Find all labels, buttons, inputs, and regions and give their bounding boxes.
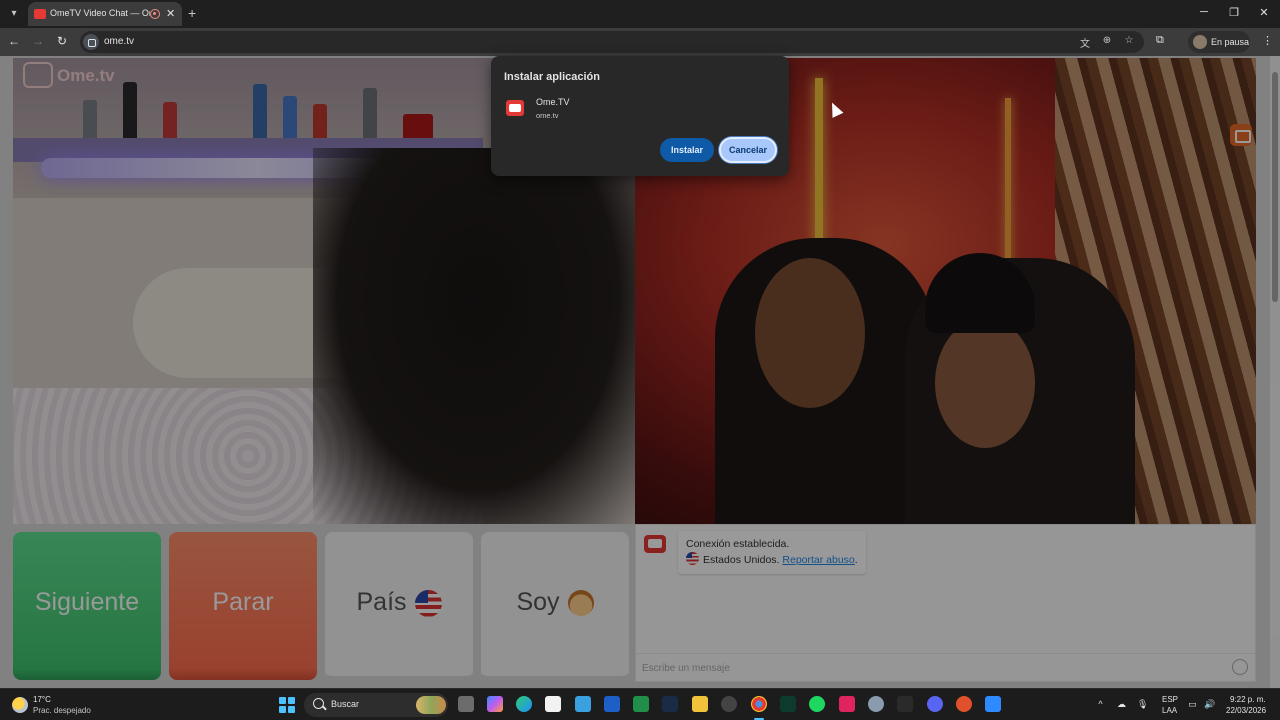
recording-indicator-icon <box>150 9 160 19</box>
tab-search-chevron-icon[interactable]: ▾ <box>6 6 22 22</box>
excel-icon[interactable] <box>633 696 649 712</box>
search-highlight-art-icon <box>416 696 446 714</box>
minimize-icon[interactable]: ─ <box>1194 6 1214 18</box>
maximize-icon[interactable]: ❐ <box>1224 6 1244 19</box>
discord-icon[interactable] <box>927 696 943 712</box>
profile-status-label: En pausa <box>1211 37 1250 47</box>
dialog-title: Instalar aplicación <box>504 71 600 83</box>
volume-icon[interactable]: 🔊 <box>1204 699 1215 710</box>
cancel-button[interactable]: Cancelar <box>719 137 777 163</box>
keyboard-layout[interactable]: LAA <box>1162 706 1177 715</box>
photos-icon[interactable] <box>575 696 591 712</box>
steam-icon[interactable] <box>662 696 678 712</box>
tiktok-icon[interactable] <box>839 696 855 712</box>
settings-gear-icon[interactable] <box>868 696 884 712</box>
avatar <box>1193 35 1207 49</box>
extensions-puzzle-icon[interactable]: ⧉ <box>1156 34 1164 47</box>
task-view-icon[interactable] <box>458 696 474 712</box>
tab-close-icon[interactable]: ✕ <box>166 7 175 20</box>
url-text: ome.tv <box>104 36 135 47</box>
windows-start-icon[interactable] <box>279 697 295 713</box>
weather-partly-sunny-icon[interactable] <box>12 697 28 713</box>
obs-icon[interactable] <box>721 696 737 712</box>
chrome-icon[interactable] <box>751 696 767 712</box>
ometv-favicon-icon <box>34 9 46 19</box>
install-button[interactable]: Instalar <box>660 138 714 162</box>
browser-toolbar: ← → ↻ ome.tv 文 ⊕ ☆ ⧉ En pausa ⋮ <box>0 28 1280 56</box>
app-orange-icon[interactable] <box>956 696 972 712</box>
onedrive-icon[interactable]: ☁ <box>1116 699 1127 710</box>
taskbar: 17°C Prac. despejado Buscar ^ ☁ 🎙 ESP LA… <box>0 688 1280 720</box>
spotify-icon[interactable] <box>809 696 825 712</box>
clock-date[interactable]: 22/03/2026 <box>1226 706 1266 715</box>
epic-games-icon[interactable] <box>897 696 913 712</box>
ometv-app-icon <box>506 100 524 116</box>
language-indicator[interactable]: ESP <box>1162 695 1178 704</box>
search-label: Buscar <box>331 699 360 709</box>
browser-menu-kebab-icon[interactable]: ⋮ <box>1262 34 1273 47</box>
outlook-icon[interactable] <box>604 696 620 712</box>
search-icon <box>313 698 324 709</box>
security-shield-icon[interactable] <box>985 696 1001 712</box>
app-origin: ome.tv <box>536 111 559 120</box>
clock-time[interactable]: 9:22 p. m. <box>1230 695 1266 704</box>
copilot-icon[interactable] <box>487 696 503 712</box>
profile-button[interactable]: En pausa <box>1188 31 1250 53</box>
bookmark-star-icon[interactable]: ☆ <box>1122 35 1136 46</box>
site-info-icon[interactable] <box>83 34 99 50</box>
address-bar[interactable]: ome.tv 文 ⊕ ☆ <box>80 31 1144 53</box>
microphone-icon[interactable]: 🎙 <box>1137 699 1148 710</box>
translate-icon[interactable]: 文 <box>1078 35 1092 50</box>
tab-ometv[interactable]: OmeTV Video Chat — Ome ✕ <box>28 2 182 26</box>
taskbar-search[interactable]: Buscar <box>304 693 448 717</box>
install-app-icon[interactable]: ⊕ <box>1100 35 1114 46</box>
new-tab-button[interactable]: + <box>188 5 196 21</box>
back-arrow-icon[interactable]: ← <box>6 34 22 48</box>
forward-arrow-icon[interactable]: → <box>30 34 46 48</box>
network-icon[interactable]: ▭ <box>1187 699 1198 710</box>
edge-icon[interactable] <box>516 696 532 712</box>
install-app-dialog: Instalar aplicación Ome.TV ome.tv Instal… <box>491 56 789 176</box>
weather-temperature[interactable]: 17°C <box>33 695 51 704</box>
app-name: Ome.TV <box>536 97 570 107</box>
app-green-icon[interactable] <box>780 696 796 712</box>
tab-strip: ▾ OmeTV Video Chat — Ome ✕ + ─ ❐ ✕ <box>0 0 1280 28</box>
tray-chevron-icon[interactable]: ^ <box>1095 699 1106 710</box>
weather-description[interactable]: Prac. despejado <box>33 706 91 715</box>
microsoft-store-icon[interactable] <box>545 696 561 712</box>
file-explorer-icon[interactable] <box>692 696 708 712</box>
close-window-icon[interactable]: ✕ <box>1254 6 1274 19</box>
tab-title: OmeTV Video Chat — Ome <box>50 8 150 18</box>
reload-icon[interactable]: ↻ <box>54 34 70 48</box>
